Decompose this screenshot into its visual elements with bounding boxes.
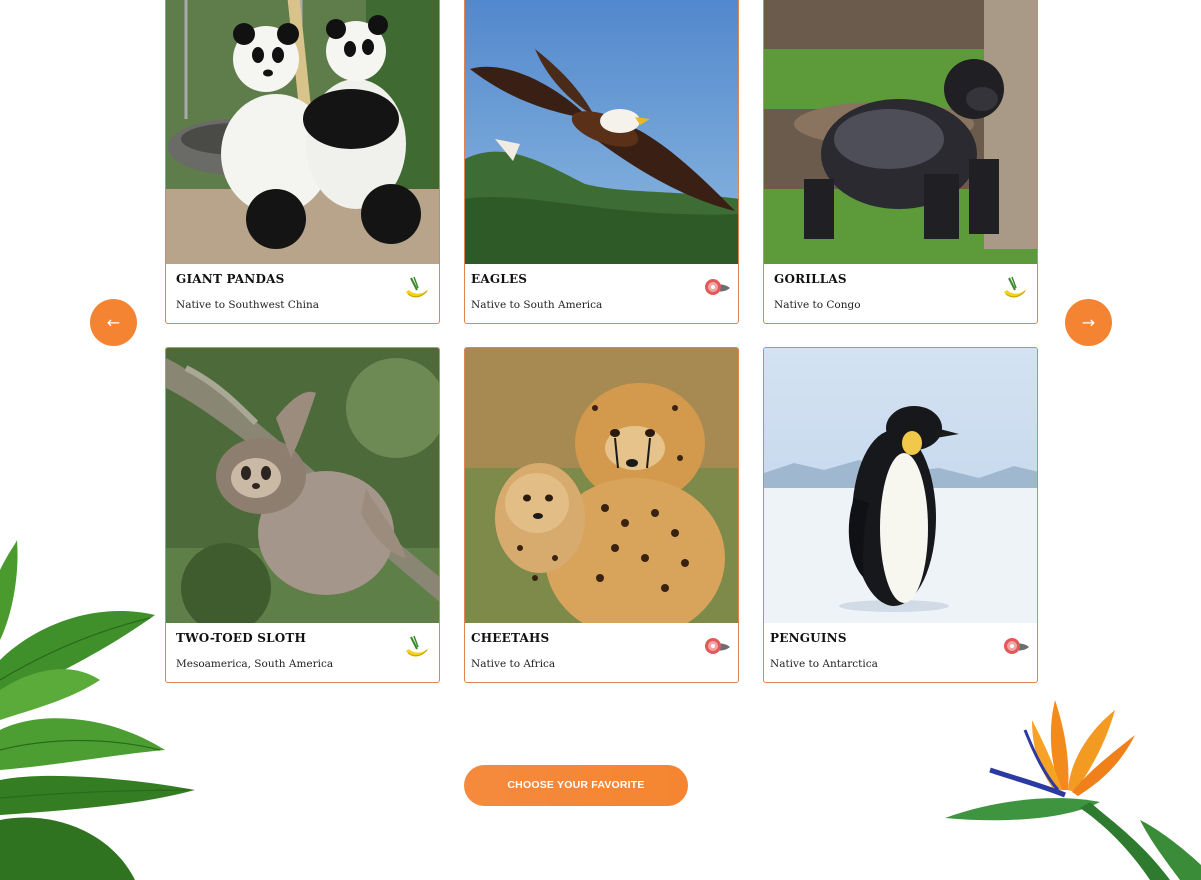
animal-card-eagles[interactable]: EAGLES Native to South America — [464, 0, 739, 324]
animal-card-gorillas[interactable]: GORILLAS Native to Congo — [763, 0, 1038, 324]
eagle-photo — [465, 0, 738, 264]
penguin-photo — [764, 348, 1037, 623]
animal-origin: Native to Southwest China — [176, 299, 319, 311]
animal-name: CHEETAHS — [471, 631, 550, 645]
next-arrow-button[interactable]: → — [1065, 299, 1112, 346]
animal-card-two-toed-sloth[interactable]: TWO-TOED SLOTH Mesoamerica, South Americ… — [165, 347, 440, 683]
animal-origin: Mesoamerica, South America — [176, 658, 334, 670]
bird-of-paradise-decoration — [945, 700, 1201, 880]
animal-name: GORILLAS — [774, 272, 847, 286]
choose-favorite-button[interactable]: CHOOSE YOUR FAVORITE — [464, 765, 688, 806]
arrow-left-icon: ← — [106, 313, 121, 332]
animal-origin: Native to Antarctica — [770, 658, 878, 670]
gorilla-photo — [764, 0, 1037, 264]
prev-arrow-button[interactable]: ← — [90, 299, 137, 346]
meat-fish-icon — [702, 274, 730, 302]
meat-fish-icon — [702, 633, 730, 661]
banana-icon — [1001, 274, 1029, 302]
meat-fish-icon — [1001, 633, 1029, 661]
cheetah-photo — [465, 348, 738, 623]
animal-name: GIANT PANDAS — [176, 272, 285, 286]
animal-card-cheetahs[interactable]: CHEETAHS Native to Africa — [464, 347, 739, 683]
banana-icon — [403, 274, 431, 302]
animal-card-giant-pandas[interactable]: GIANT PANDAS Native to Southwest China — [165, 0, 440, 324]
animal-origin: Native to South America — [471, 299, 603, 311]
animal-name: PENGUINS — [770, 631, 847, 645]
banana-icon — [403, 633, 431, 661]
arrow-right-icon: → — [1081, 313, 1096, 332]
animal-origin: Native to Africa — [471, 658, 556, 670]
animal-origin: Native to Congo — [774, 299, 861, 311]
animal-name: TWO-TOED SLOTH — [176, 631, 307, 645]
animal-name: EAGLES — [471, 272, 528, 286]
sloth-photo — [166, 348, 439, 623]
animal-card-penguins[interactable]: PENGUINS Native to Antarctica — [763, 347, 1038, 683]
giant-panda-photo — [166, 0, 439, 264]
